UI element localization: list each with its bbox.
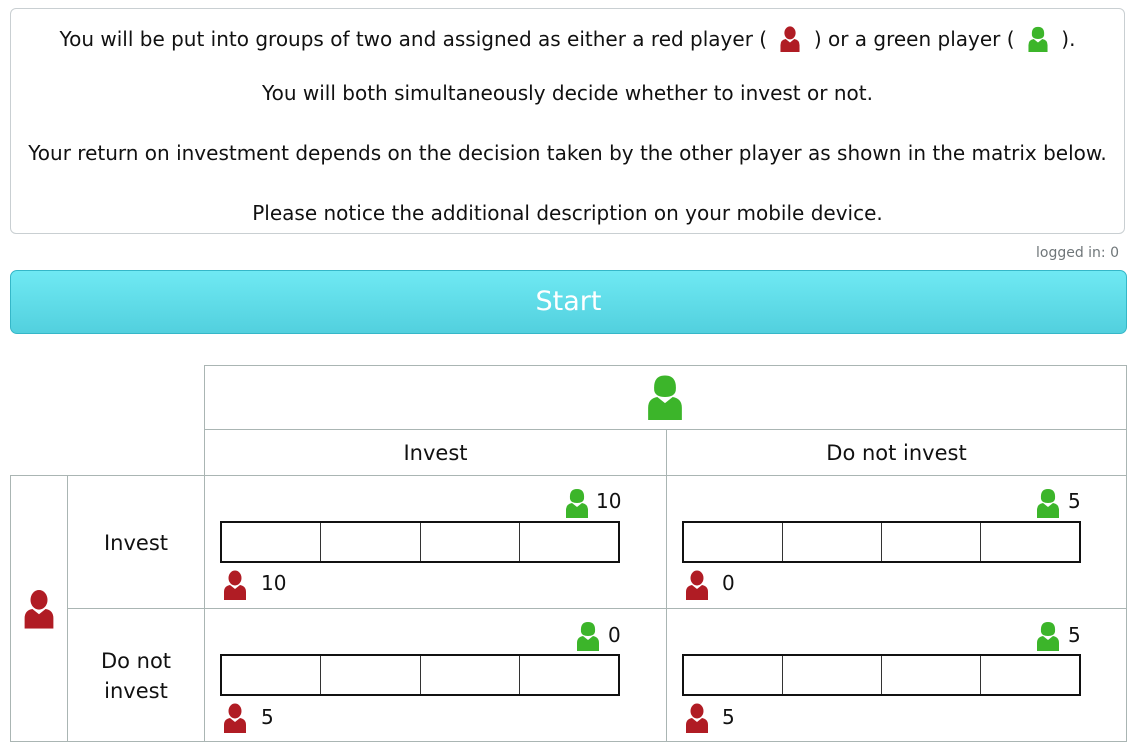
bar-segment — [882, 523, 981, 561]
bar-segment — [421, 523, 520, 561]
green-payoff: 5 — [1068, 489, 1081, 513]
matrix-border — [10, 475, 11, 742]
bar-segment — [882, 656, 981, 694]
bar-segment — [684, 523, 783, 561]
green-player-icon — [645, 374, 685, 420]
matrix-border — [204, 365, 205, 742]
bar-segment — [783, 523, 882, 561]
instructions-line-1: You will be put into groups of two and a… — [11, 26, 1124, 52]
instructions-panel: You will be put into groups of two and a… — [10, 8, 1125, 234]
logged-in-status: logged in: 0 — [1035, 245, 1119, 261]
bar-segment — [321, 656, 421, 694]
red-player-icon — [222, 703, 248, 733]
payoff-bar — [220, 654, 620, 696]
red-player-icon — [222, 570, 248, 600]
red-payoff: 0 — [722, 571, 735, 595]
bar-segment — [684, 656, 783, 694]
matrix-border — [10, 475, 1127, 476]
instructions-line-4: Please notice the additional description… — [252, 201, 883, 225]
bar-segment — [321, 523, 421, 561]
green-player-icon — [1035, 488, 1061, 518]
bar-segment — [421, 656, 520, 694]
row-header-do-not-invest: Do not invest — [100, 649, 172, 703]
green-payoff: 10 — [596, 489, 622, 513]
instructions-text: ) or a green player ( — [813, 27, 1015, 51]
bar-segment — [981, 523, 1079, 561]
matrix-border — [67, 608, 1127, 609]
red-player-icon — [22, 589, 56, 629]
bar-segment — [222, 523, 322, 561]
red-player-icon — [777, 26, 803, 52]
instructions-line-3: Your return on investment depends on the… — [28, 141, 1107, 165]
red-player-icon — [684, 703, 710, 733]
matrix-border — [666, 429, 667, 742]
red-payoff: 5 — [261, 705, 274, 729]
bar-segment — [222, 656, 322, 694]
bar-segment — [520, 656, 618, 694]
instructions-text: ). — [1061, 27, 1076, 51]
red-payoff: 5 — [722, 705, 735, 729]
green-player-icon — [1035, 621, 1061, 651]
payoff-bar — [682, 654, 1081, 696]
payoff-bar — [682, 521, 1081, 563]
column-header-do-not-invest: Do not invest — [826, 441, 967, 465]
row-header-invest: Invest — [103, 531, 169, 555]
green-payoff: 0 — [608, 623, 621, 647]
red-player-icon — [684, 570, 710, 600]
payoff-bar — [220, 521, 620, 563]
instructions-line-2: You will both simultaneously decide whet… — [262, 81, 873, 105]
bar-segment — [520, 523, 618, 561]
green-player-icon — [1025, 26, 1051, 52]
green-payoff: 5 — [1068, 623, 1081, 647]
bar-segment — [783, 656, 882, 694]
matrix-border — [1126, 365, 1127, 742]
column-header-invest: Invest — [403, 441, 468, 465]
start-button[interactable]: Start — [10, 270, 1127, 334]
bar-segment — [981, 656, 1079, 694]
green-player-icon — [575, 621, 601, 651]
matrix-border — [10, 741, 1127, 742]
green-player-icon — [564, 488, 590, 518]
matrix-border — [204, 365, 1127, 366]
red-payoff: 10 — [261, 571, 287, 595]
instructions-text: You will be put into groups of two and a… — [59, 27, 768, 51]
